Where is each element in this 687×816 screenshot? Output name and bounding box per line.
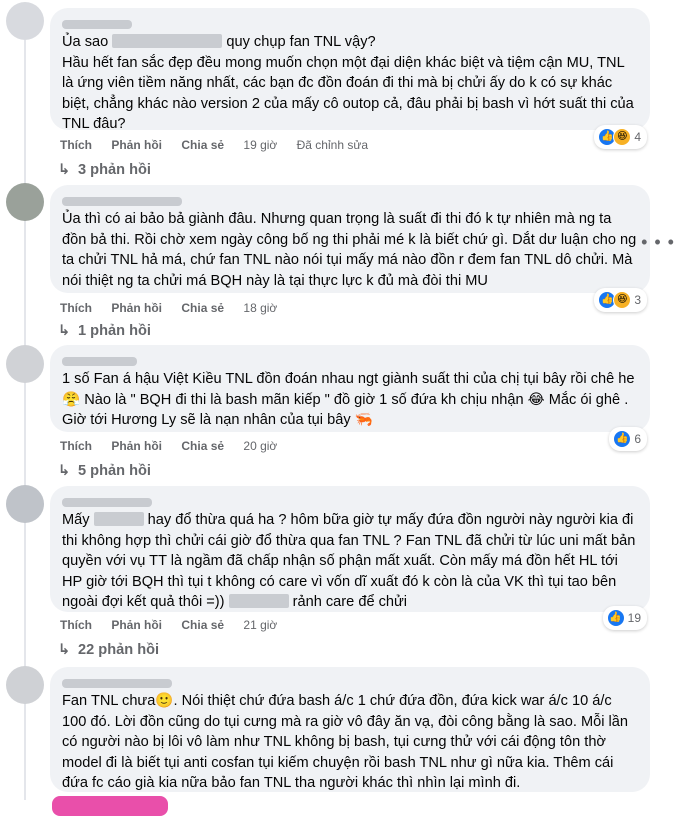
- avatar[interactable]: [6, 485, 44, 523]
- reply-arrow-icon: ↳: [58, 642, 71, 658]
- reply-button[interactable]: Phản hồi: [111, 618, 162, 632]
- reaction-count: 19: [627, 611, 641, 625]
- comment-text: 1 số Fan á hậu Việt Kiều TNL đồn đoán nh…: [62, 371, 639, 428]
- redacted-name: [112, 34, 223, 48]
- timestamp[interactable]: 21 giờ: [243, 618, 277, 632]
- share-button[interactable]: Chia sẻ: [181, 439, 224, 453]
- share-button[interactable]: Chia sẻ: [181, 618, 224, 632]
- timestamp[interactable]: 20 giờ: [243, 439, 277, 453]
- comment-text: Ủa thì có ai bảo bả giành đâu. Nhưng qua…: [62, 211, 641, 289]
- comment-bubble: Fan TNL chưa🙂. Nói thiệt chứ đứa bash á/…: [50, 667, 650, 792]
- view-replies-button[interactable]: ↳ 5 phản hồi: [58, 461, 151, 481]
- reaction-count: 6: [634, 432, 641, 446]
- edited-label: Đã chỉnh sửa: [296, 138, 369, 152]
- redacted-name: [228, 594, 289, 608]
- attached-image-preview[interactable]: [52, 796, 168, 816]
- reply-arrow-icon: ↳: [58, 162, 71, 178]
- comment-bubble: Ủa sao quy chụp fan TNL vậy? Hầu hết fan…: [50, 8, 650, 132]
- redacted-name: [93, 512, 144, 526]
- more-options-icon[interactable]: • • •: [641, 232, 675, 253]
- comment-actions: Thích Phản hồi Chia sẻ 18 giờ: [60, 300, 293, 316]
- avatar[interactable]: [6, 345, 44, 383]
- like-button[interactable]: Thích: [60, 138, 92, 152]
- comment-author[interactable]: [62, 675, 638, 689]
- like-button[interactable]: Thích: [60, 301, 92, 315]
- like-button[interactable]: Thích: [60, 618, 92, 632]
- comment-bubble: Ủa thì có ai bảo bả giành đâu. Nhưng qua…: [50, 185, 650, 293]
- share-button[interactable]: Chia sẻ: [181, 301, 224, 315]
- haha-reaction-icon: 😆: [613, 291, 632, 309]
- reply-arrow-icon: ↳: [58, 323, 71, 339]
- reaction-summary[interactable]: 👍 😆 4: [594, 125, 647, 149]
- comment-actions: Thích Phản hồi Chia sẻ 21 giờ: [60, 617, 293, 633]
- reply-button[interactable]: Phản hồi: [111, 439, 162, 453]
- reply-button[interactable]: Phản hồi: [111, 301, 162, 315]
- comment-author[interactable]: [62, 193, 638, 207]
- reaction-summary[interactable]: 👍 6: [609, 427, 647, 451]
- avatar[interactable]: [6, 2, 44, 40]
- avatar[interactable]: [6, 183, 44, 221]
- comment-actions: Thích Phản hồi Chia sẻ 19 giờ Đã chỉnh s…: [60, 137, 384, 153]
- comment-text: Fan TNL chưa🙂. Nói thiệt chứ đứa bash á/…: [62, 693, 633, 791]
- like-reaction-icon: 👍: [606, 609, 625, 627]
- like-button[interactable]: Thích: [60, 439, 92, 453]
- view-replies-button[interactable]: ↳ 1 phản hồi: [58, 321, 151, 341]
- reaction-count: 4: [634, 130, 641, 144]
- reply-arrow-icon: ↳: [58, 463, 71, 479]
- haha-reaction-icon: 😆: [613, 128, 632, 146]
- comment-author[interactable]: [62, 494, 638, 508]
- view-replies-button[interactable]: ↳ 3 phản hồi: [58, 160, 151, 180]
- timestamp[interactable]: 18 giờ: [243, 301, 277, 315]
- avatar[interactable]: [6, 666, 44, 704]
- like-reaction-icon: 👍: [613, 430, 632, 448]
- reaction-summary[interactable]: 👍 😆 3: [594, 288, 647, 312]
- comment-bubble: 1 số Fan á hậu Việt Kiều TNL đồn đoán nh…: [50, 345, 650, 432]
- comment-actions: Thích Phản hồi Chia sẻ 20 giờ: [60, 438, 293, 454]
- comment-author[interactable]: [62, 16, 638, 30]
- comment-text: Mấy hay đổ thừa quá ha ? hôm bữa giờ tự …: [62, 512, 640, 610]
- share-button[interactable]: Chia sẻ: [181, 138, 224, 152]
- timestamp[interactable]: 19 giờ: [243, 138, 277, 152]
- reply-button[interactable]: Phản hồi: [111, 138, 162, 152]
- comment-author[interactable]: [62, 353, 638, 367]
- comment-bubble: Mấy hay đổ thừa quá ha ? hôm bữa giờ tự …: [50, 486, 650, 612]
- comment-text: Ủa sao quy chụp fan TNL vậy? Hầu hết fan…: [62, 34, 634, 132]
- view-replies-button[interactable]: ↳ 22 phản hồi: [58, 640, 159, 660]
- reaction-summary[interactable]: 👍 19: [602, 606, 647, 630]
- reaction-count: 3: [634, 293, 641, 307]
